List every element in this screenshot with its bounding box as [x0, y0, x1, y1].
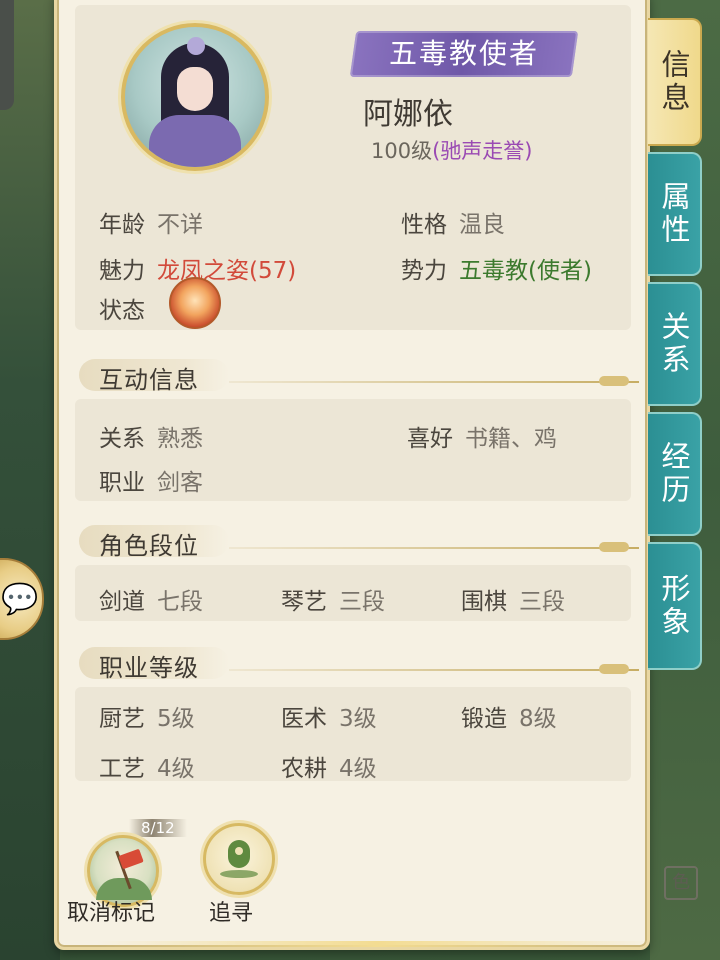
job-level-item: 厨艺 5级	[99, 699, 195, 733]
relation-row: 关系 熟悉	[99, 419, 203, 453]
charm-value: 龙凤之姿(57)	[157, 258, 297, 284]
faction-value: 五毒教(使者)	[459, 258, 592, 284]
job-level-item: 工艺 4级	[99, 749, 195, 783]
section-ranks-header: 角色段位	[79, 523, 639, 561]
job-label: 职业	[99, 470, 145, 496]
chat-icon: 💬	[1, 581, 39, 617]
job-level-item: 农耕 4级	[281, 749, 377, 783]
track-label[interactable]: 追寻	[209, 895, 253, 927]
relation-value: 熟悉	[157, 426, 203, 452]
hobby-label: 喜好	[407, 426, 453, 452]
section-ranks-title: 角色段位	[99, 532, 199, 560]
background-corner	[0, 0, 14, 110]
tab-attributes-label: 属性	[657, 181, 691, 247]
rank-item: 剑道 七段	[99, 582, 203, 616]
job-level-label: 工艺	[99, 756, 145, 782]
hobby-value: 书籍、鸡	[465, 426, 557, 452]
job-value: 剑客	[157, 470, 203, 496]
job-level-label: 锻造	[461, 706, 507, 732]
track-button[interactable]	[203, 823, 275, 895]
personality-value: 温良	[459, 212, 505, 238]
age-value: 不详	[157, 212, 203, 238]
tab-info[interactable]: 信息	[648, 18, 702, 146]
tab-info-label: 信息	[657, 49, 691, 115]
tab-experience-label: 经历	[657, 441, 691, 507]
flag-icon	[118, 848, 144, 870]
level-line: 100级(驰声走誉)	[371, 135, 532, 165]
job-level-item: 医术 3级	[281, 699, 377, 733]
personality-row: 性格 温良	[401, 205, 505, 239]
tab-experience[interactable]: 经历	[648, 412, 702, 536]
location-pin-icon	[228, 840, 250, 868]
section-job-levels-title: 职业等级	[99, 654, 199, 682]
character-avatar	[121, 23, 269, 171]
age-label: 年龄	[99, 212, 145, 238]
age-row: 年龄 不详	[99, 205, 203, 239]
rank-label: 剑道	[99, 589, 145, 615]
hobby-row: 喜好 书籍、鸡	[407, 419, 557, 453]
job-level-value: 8级	[519, 706, 557, 732]
faction-label: 势力	[401, 258, 447, 284]
job-level-value: 3级	[339, 706, 377, 732]
rank-label: 琴艺	[281, 589, 327, 615]
tab-appearance[interactable]: 形象	[648, 542, 702, 670]
job-level-label: 医术	[281, 706, 327, 732]
character-name: 阿娜依	[363, 97, 453, 132]
character-level: 100级	[371, 139, 433, 163]
section-job-levels-header: 职业等级	[79, 645, 639, 683]
charm-label: 魅力	[99, 258, 145, 284]
status-label: 状态	[99, 298, 145, 324]
tab-attributes[interactable]: 属性	[648, 152, 702, 276]
rank-item: 琴艺 三段	[281, 582, 385, 616]
corner-mark: 色	[664, 866, 698, 900]
mark-counter: 8/12	[129, 819, 187, 837]
faction-row: 势力 五毒教(使者)	[401, 251, 592, 285]
status-effect-icon[interactable]	[169, 277, 221, 329]
job-level-label: 厨艺	[99, 706, 145, 732]
character-info-panel: 五毒教使者 阿娜依 100级(驰声走誉) 年龄 不详 性格 温良 魅力 龙凤之姿(57…	[54, 0, 650, 950]
section-interaction-title: 互动信息	[99, 366, 199, 394]
section-interaction-header: 互动信息	[79, 357, 639, 395]
job-level-value: 4级	[339, 756, 377, 782]
background-left	[0, 0, 60, 960]
reputation-tag: (驰声走誉)	[432, 139, 533, 163]
rank-value: 七段	[157, 589, 203, 615]
tab-relations[interactable]: 关系	[648, 282, 702, 406]
rank-label: 围棋	[461, 589, 507, 615]
tab-relations-label: 关系	[657, 311, 691, 377]
personality-label: 性格	[401, 212, 447, 238]
rank-value: 三段	[519, 589, 565, 615]
job-level-value: 5级	[157, 706, 195, 732]
status-row: 状态	[99, 291, 157, 325]
job-row: 职业 剑客	[99, 463, 203, 497]
pin-base-icon	[220, 870, 258, 878]
tab-appearance-label: 形象	[657, 573, 691, 639]
panel-glow	[97, 941, 647, 947]
relation-label: 关系	[99, 426, 145, 452]
job-level-value: 4级	[157, 756, 195, 782]
cancel-mark-label[interactable]: 取消标记	[67, 895, 155, 927]
title-badge: 五毒教使者	[388, 37, 539, 70]
job-level-item: 锻造 8级	[461, 699, 557, 733]
job-level-label: 农耕	[281, 756, 327, 782]
rank-item: 围棋 三段	[461, 582, 565, 616]
rank-value: 三段	[339, 589, 385, 615]
